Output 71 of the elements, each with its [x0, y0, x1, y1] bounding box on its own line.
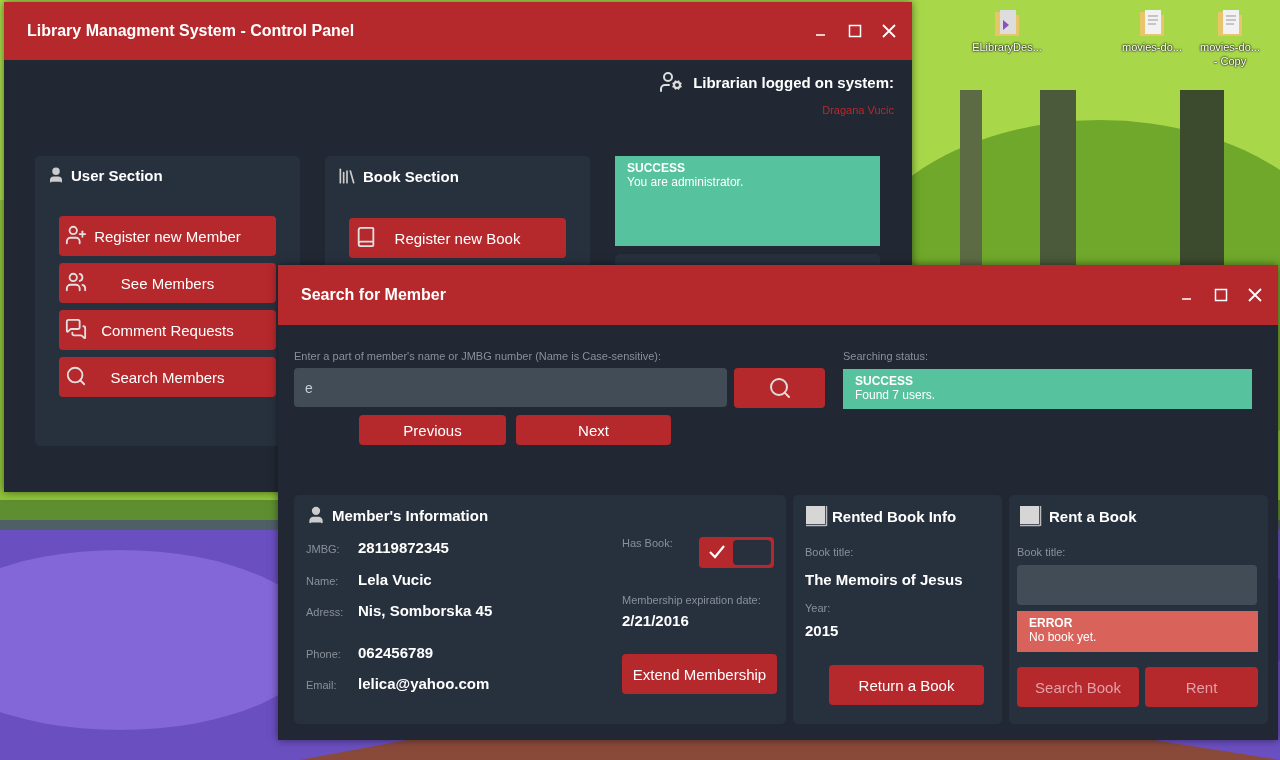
desktop-icon-label: movies-do... - Copy: [1199, 40, 1261, 68]
librarian-icon: [659, 70, 684, 94]
status-text: You are administrator.: [627, 175, 745, 189]
status-label: Searching status:: [843, 350, 929, 362]
search-button[interactable]: [734, 368, 825, 408]
desktop-icon-label: ELibraryDes...: [972, 40, 1042, 54]
field-value: 2/21/2016: [622, 612, 690, 629]
status-title: ERROR: [1029, 616, 1074, 630]
has-book-toggle[interactable]: [699, 537, 774, 568]
window-title: Search for Member: [301, 286, 447, 304]
field-value: lelica@yahoo.com: [358, 675, 491, 693]
search-icon: [65, 365, 87, 387]
maximize-button[interactable]: [1212, 286, 1230, 304]
field-label: Email:: [306, 679, 338, 692]
librarian-label: Librarian logged on system:: [693, 73, 894, 91]
panel-title: Rent a Book: [1049, 507, 1137, 525]
section-button[interactable]: Comment Requests: [59, 310, 276, 350]
check-icon: [708, 544, 726, 560]
next-button[interactable]: Next: [516, 415, 671, 445]
project-file-icon: [993, 8, 1021, 38]
librarian-name: Dragana Vucic: [822, 104, 894, 116]
window-title: Library Managment System - Control Panel: [27, 22, 356, 40]
user-icon: [47, 166, 65, 184]
section-button[interactable]: See Members: [59, 263, 276, 303]
field-value: The Memoirs of Jesus: [805, 571, 964, 588]
section-button[interactable]: Register new Member: [59, 216, 276, 256]
panel-title: Member's Information: [332, 506, 489, 524]
search-icon: [767, 376, 792, 400]
books-icon: [337, 166, 357, 186]
panel-title: Rented Book Info: [832, 507, 957, 525]
field-label: Membership expiration date:: [622, 594, 762, 606]
desktop-icon-label: movies-do...: [1122, 40, 1182, 54]
field-label: Name:: [306, 574, 340, 587]
folder-icon: [1216, 8, 1244, 38]
book-icon: [355, 226, 377, 248]
field-label: Phone:: [306, 647, 342, 660]
field-value: 28119872345: [358, 539, 450, 556]
section-title: User Section: [71, 166, 163, 184]
field-value: 062456789: [358, 643, 435, 661]
add-user-icon: [65, 224, 87, 246]
extend-membership-button[interactable]: Extend Membership: [622, 654, 777, 694]
close-button[interactable]: [880, 22, 898, 40]
field-label: Year:: [805, 602, 832, 614]
field-label: Book title:: [805, 546, 855, 558]
section-title: Book Section: [363, 167, 459, 185]
field-value: Nis, Somborska 45: [358, 602, 493, 620]
status-title: SUCCESS: [627, 161, 686, 175]
field-label: Adress:: [306, 606, 345, 619]
folder-icon: [1138, 8, 1166, 38]
status-text: Found 7 users.: [855, 388, 937, 402]
section-button[interactable]: Register new Book: [349, 218, 566, 258]
field-value: Lela Vucic: [358, 570, 433, 588]
field-value: 2015: [805, 622, 840, 639]
search-label: Enter a part of member's name or JMBG number (Name is Case-sensitive):: [294, 350, 663, 362]
book-icon: [805, 505, 829, 527]
user-icon: [306, 505, 326, 525]
field-label: Has Book:: [622, 537, 673, 551]
status-text: No book yet.: [1029, 630, 1098, 644]
close-button[interactable]: [1246, 286, 1264, 304]
return-book-button[interactable]: Return a Book: [829, 665, 984, 705]
field-label: JMBG:: [306, 543, 341, 555]
book-icon: [1019, 505, 1043, 527]
section-button[interactable]: Search Members: [59, 357, 276, 397]
users-icon: [65, 271, 87, 293]
book-title-field[interactable]: [1017, 565, 1257, 605]
search-field[interactable]: e: [294, 368, 727, 407]
field-label: Book title:: [1017, 546, 1067, 558]
chat-icon: [65, 318, 87, 340]
maximize-button[interactable]: [846, 22, 864, 40]
previous-button[interactable]: Previous: [359, 415, 506, 445]
status-title: SUCCESS: [855, 374, 914, 388]
